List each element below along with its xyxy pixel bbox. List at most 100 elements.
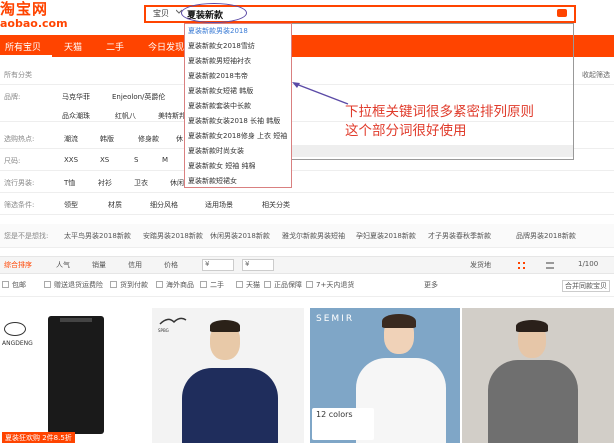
bird-logo-icon [158, 314, 188, 328]
checkbox[interactable] [264, 281, 271, 288]
brand-option[interactable]: 美特斯邦 [158, 111, 186, 121]
condition-dropdown[interactable]: 领型 [64, 200, 78, 210]
related-label: 您是不是想找: [4, 232, 49, 240]
collapse-filter[interactable]: 收起筛选 [582, 70, 610, 80]
merge-same-button[interactable]: 合并同款宝贝 [562, 280, 610, 292]
hot-option[interactable]: 韩版 [100, 134, 114, 144]
filter-label: 选购热点: [4, 135, 35, 143]
condition-dropdown[interactable]: 细分风格 [150, 200, 178, 210]
brand-option[interactable]: 品众潮珠 [62, 111, 90, 121]
hot-option[interactable]: 休 [176, 134, 183, 144]
suggestion-item[interactable]: 夏装新款2018韦帝 [188, 71, 248, 81]
related-link[interactable]: 安踏男装2018新款 [143, 231, 203, 241]
product-card[interactable] [462, 308, 614, 443]
brand-logo-icon [4, 322, 26, 336]
tab-tmall[interactable]: 天猫 [64, 40, 82, 53]
hot-option[interactable]: 潮流 [64, 134, 78, 144]
sort-credit[interactable]: 信用 [128, 260, 142, 270]
annotation-text: 下拉框关键词很多紧密排列原则 这个部分词很好使用 [345, 103, 534, 141]
camera-icon[interactable] [557, 9, 567, 17]
search-category[interactable]: 宝贝 [153, 8, 169, 19]
belt [60, 318, 92, 322]
brand-option[interactable]: Enjeolon/英爵伦 [112, 92, 165, 102]
suggestion-item[interactable]: 夏装新款男装2018 [188, 26, 248, 36]
related-link[interactable]: 雅戈尔新款男装短袖 [282, 231, 345, 241]
price-from-input[interactable]: ¥ [202, 259, 234, 271]
condition-dropdown[interactable]: 相关分类 [262, 200, 290, 210]
size-option[interactable]: S [134, 156, 138, 164]
model-hair [516, 320, 548, 332]
sort-price[interactable]: 价格 [164, 260, 178, 270]
model-hair [382, 314, 416, 328]
suggestion-item[interactable]: 夏装新款女 短袖 纯棉 [188, 161, 255, 171]
colors-label: 12 colors [316, 410, 353, 419]
sort-default[interactable]: 综合排序 [4, 260, 32, 270]
checkbox[interactable] [200, 281, 207, 288]
product-image [48, 316, 104, 434]
product-image [488, 360, 578, 443]
checkbox-label: 正品保障 [274, 281, 302, 289]
checkbox[interactable] [44, 281, 51, 288]
checkbox[interactable] [2, 281, 9, 288]
page-indicator: 1/100 [578, 260, 599, 268]
related-link[interactable]: 品牌男装2018新款 [516, 231, 576, 241]
checkbox-label: 天猫 [246, 281, 260, 289]
suggestion-item[interactable]: 夏装新款女装2018 长袖 韩版 [188, 116, 280, 126]
condition-dropdown[interactable]: 适用场景 [205, 200, 233, 210]
brand-name: SPBG [158, 328, 169, 333]
hot-option[interactable]: 修身款 [138, 134, 159, 144]
brand-option[interactable]: 红帆八 [115, 111, 136, 121]
list-view-icon[interactable] [546, 262, 554, 269]
menswear-option[interactable]: 衬衫 [98, 178, 112, 188]
related-link[interactable]: 休闲男装2018新款 [210, 231, 270, 241]
suggestion-item[interactable]: 夏装新款女2018雪纺 [188, 41, 255, 51]
annotation-line: 这个部分词很好使用 [345, 123, 467, 139]
price-to-input[interactable]: ¥ [242, 259, 274, 271]
condition-dropdown[interactable]: 材质 [108, 200, 122, 210]
checkbox[interactable] [156, 281, 163, 288]
menswear-option[interactable]: 休闲 [170, 178, 184, 188]
suggestion-item[interactable]: 夏装新款女短裙 韩版 [188, 86, 253, 96]
checkbox-label: 二手 [210, 281, 224, 289]
brand-option[interactable]: 马克华菲 [62, 92, 90, 102]
suggestion-item[interactable]: 夏装新款女2018修身 上衣 短袖 [188, 131, 287, 141]
checkbox[interactable] [110, 281, 117, 288]
taobao-domain: aobao.com [0, 17, 68, 30]
grid-view-icon[interactable] [518, 262, 525, 269]
suggestion-item[interactable]: 夏装新款套装中长款 [188, 101, 251, 111]
size-option[interactable]: XS [100, 156, 109, 164]
product-card[interactable]: ANGDENG 夏装狂欢购 2件8.5折 [0, 308, 150, 443]
size-option[interactable]: XXS [64, 156, 78, 164]
product-card[interactable]: SEMIR 12 colors [310, 308, 460, 443]
promo-badge: 夏装狂欢购 2件8.5折 [2, 432, 75, 443]
filter-label: 品牌: [4, 93, 21, 101]
related-link[interactable]: 孕妇夏装2018新款 [356, 231, 416, 241]
filter-row-conditions: 筛选条件: 领型 材质 细分风格 适用场景 相关分类 [0, 194, 614, 215]
filter-row-menswear: 流行男装: T恤 衬衫 卫衣 休闲 [0, 172, 614, 193]
related-link[interactable]: 太平鸟男装2018新款 [64, 231, 131, 241]
highlight-oval [181, 3, 247, 23]
checkbox-label: 货到付款 [120, 281, 148, 289]
related-link[interactable]: 才子男装春秋季新款 [428, 231, 491, 241]
ship-from-select[interactable]: 发货地 [470, 260, 491, 270]
suggestion-item[interactable]: 夏装新款短裙女 [188, 176, 237, 186]
menswear-option[interactable]: 卫衣 [134, 178, 148, 188]
checkbox-label: 赠送退货运费险 [54, 281, 103, 289]
checkbox[interactable] [236, 281, 243, 288]
all-category[interactable]: 所有分类 [4, 70, 32, 80]
tab-label: 所有宝贝 [5, 43, 42, 53]
tab-discover[interactable]: 今日发现 [148, 40, 184, 53]
filter-label: 流行男装: [4, 179, 35, 187]
menswear-option[interactable]: T恤 [64, 178, 75, 188]
more-filters[interactable]: 更多 [424, 280, 438, 290]
sort-sales[interactable]: 销量 [92, 260, 106, 270]
sort-popularity[interactable]: 人气 [56, 260, 70, 270]
brand-name: ANGDENG [2, 340, 33, 347]
suggestion-item[interactable]: 夏装新款时尚女装 [188, 146, 244, 156]
product-card[interactable]: SPBG [152, 308, 304, 443]
checkbox[interactable] [306, 281, 313, 288]
suggestion-item[interactable]: 夏装新款男短袖衬衣 [188, 56, 251, 66]
size-option[interactable]: M [162, 156, 168, 164]
checkbox-label: 7+天内退货 [316, 281, 355, 289]
tab-secondhand[interactable]: 二手 [106, 40, 124, 53]
